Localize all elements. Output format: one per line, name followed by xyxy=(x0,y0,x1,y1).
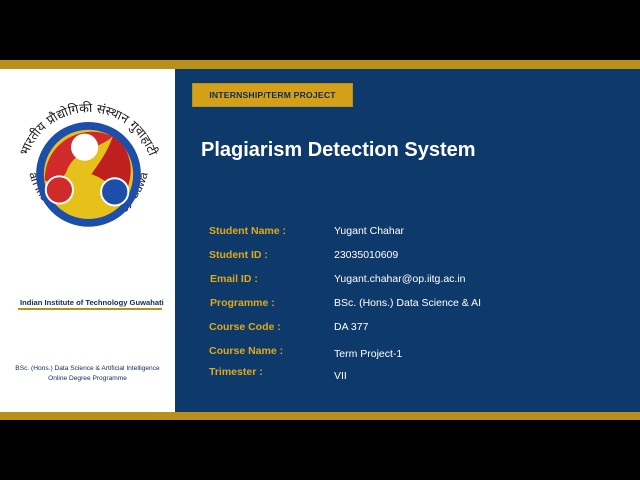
project-type-tag: INTERNSHIP/TERM PROJECT xyxy=(192,83,353,107)
email-value: Yugant.chahar@op.iitg.ac.in xyxy=(334,273,466,285)
programme-value: BSc. (Hons.) Data Science & AI xyxy=(334,297,482,309)
right-panel xyxy=(175,69,640,412)
slide: भारतीय प्रौद्योगिकी संस्थान गुवाहाटी Ind… xyxy=(0,60,640,420)
course-name-label: Course Name : xyxy=(209,345,284,357)
student-name-value: Yugant Chahar xyxy=(334,225,405,237)
programme-caption: BSc. (Hons.) Data Science & Artificial I… xyxy=(0,364,175,384)
bottom-gold-band xyxy=(0,412,640,420)
left-panel: भारतीय प्रौद्योगिकी संस्थान गुवाहाटी Ind… xyxy=(0,69,175,412)
email-label: Email ID : xyxy=(210,273,258,285)
course-code-value: DA 377 xyxy=(334,321,369,333)
trimester-value: VII xyxy=(334,370,347,382)
iitg-logo: भारतीय प्रौद्योगिकी संस्थान गुवाहाटी Ind… xyxy=(6,83,161,227)
project-title: Plagiarism Detection System xyxy=(201,139,476,161)
institute-underline xyxy=(18,308,162,310)
course-code-label: Course Code : xyxy=(209,321,281,333)
programme-label: Programme : xyxy=(210,297,275,309)
student-name-label: Student Name : xyxy=(209,225,287,237)
programme-line-1: BSc. (Hons.) Data Science & Artificial I… xyxy=(15,365,160,372)
course-name-value: Term Project-1 xyxy=(334,348,403,360)
programme-line-2: Online Degree Programme xyxy=(48,375,127,382)
student-id-label: Student ID : xyxy=(209,249,268,261)
top-gold-band xyxy=(0,60,640,69)
student-id-value: 23035010609 xyxy=(334,249,399,261)
trimester-label: Trimester : xyxy=(209,366,263,378)
institute-name: Indian Institute of Technology Guwahati xyxy=(20,298,164,307)
